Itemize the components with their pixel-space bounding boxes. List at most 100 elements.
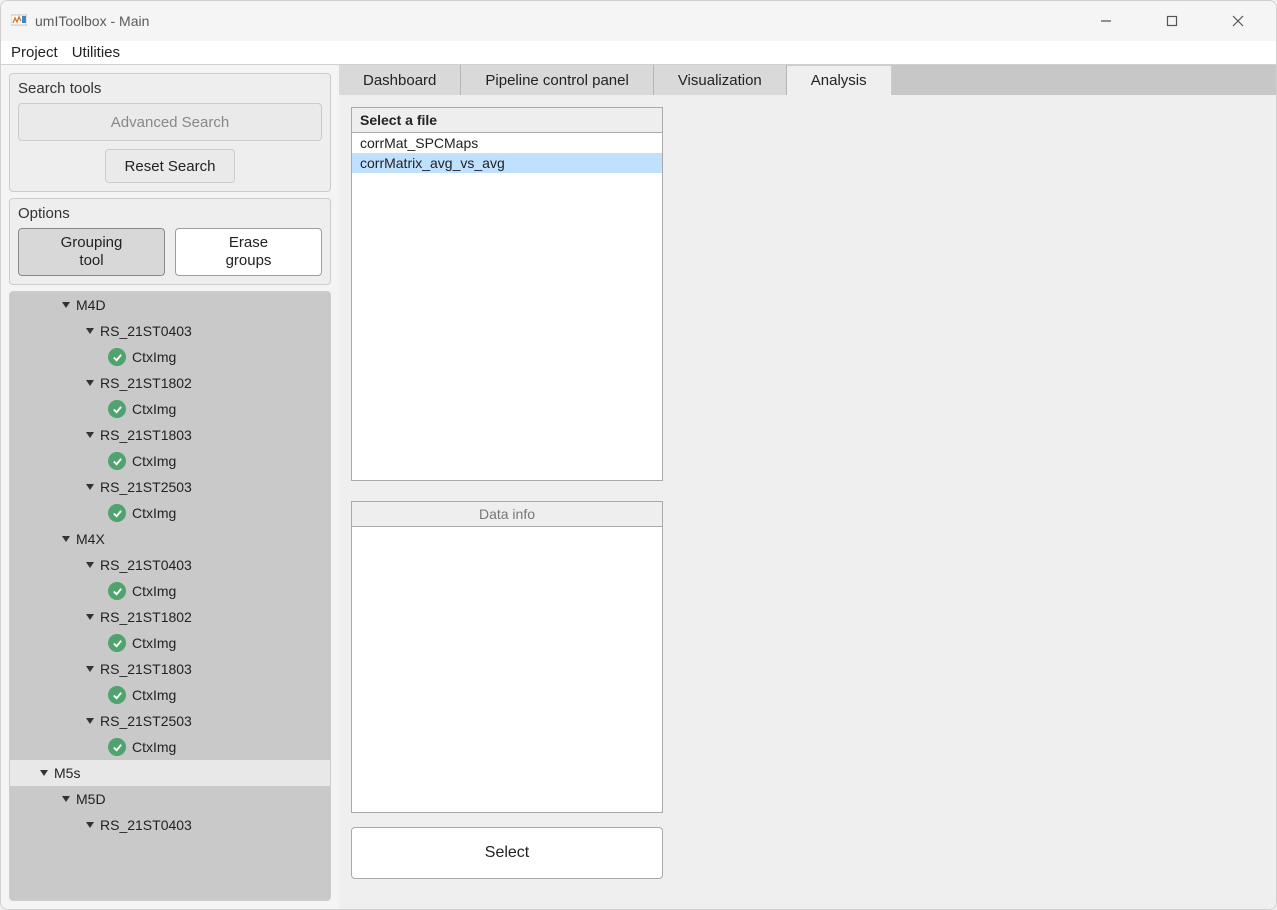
tree-leaf[interactable]: CtxImg	[10, 578, 330, 604]
tab-dashboard[interactable]: Dashboard	[339, 65, 461, 95]
grouping-tool-button[interactable]: Grouping tool	[18, 228, 165, 276]
menubar: Project Utilities	[1, 41, 1276, 65]
window-controls	[1086, 6, 1268, 36]
menu-project[interactable]: Project	[11, 44, 58, 61]
tab-visualization[interactable]: Visualization	[654, 65, 787, 95]
chevron-down-icon	[84, 481, 96, 493]
check-circle-icon	[108, 634, 126, 652]
menu-utilities[interactable]: Utilities	[72, 44, 120, 61]
tree-node[interactable]: RS_21ST1802	[10, 604, 330, 630]
tree-node[interactable]: M4X	[10, 526, 330, 552]
tree-leaf[interactable]: CtxImg	[10, 500, 330, 526]
check-circle-icon	[108, 686, 126, 704]
options-title: Options	[18, 205, 322, 222]
tree-label: CtxImg	[132, 401, 176, 417]
window-title: umIToolbox - Main	[35, 13, 1086, 29]
file-item[interactable]: corrMat_SPCMaps	[352, 133, 662, 153]
check-circle-icon	[108, 582, 126, 600]
tree-label: CtxImg	[132, 505, 176, 521]
tree-leaf[interactable]: CtxImg	[10, 344, 330, 370]
app-window: umIToolbox - Main Project Utilities Sear…	[0, 0, 1277, 910]
tree-label: RS_21ST2503	[100, 713, 192, 729]
chevron-down-icon	[84, 559, 96, 571]
search-tools-title: Search tools	[18, 80, 322, 97]
tree-label: CtxImg	[132, 583, 176, 599]
tree-label: RS_21ST1802	[100, 609, 192, 625]
check-circle-icon	[108, 400, 126, 418]
chevron-down-icon	[84, 611, 96, 623]
file-list-body: corrMat_SPCMapscorrMatrix_avg_vs_avg	[352, 133, 662, 480]
tree-leaf[interactable]: CtxImg	[10, 396, 330, 422]
check-circle-icon	[108, 452, 126, 470]
tree-container: M4D RS_21ST0403 CtxImg RS_21ST1802 CtxImg RS_…	[9, 291, 331, 901]
check-circle-icon	[108, 738, 126, 756]
check-circle-icon	[108, 348, 126, 366]
chevron-down-icon	[60, 299, 72, 311]
tree-node[interactable]: RS_21ST0403	[10, 318, 330, 344]
tree-node[interactable]: RS_21ST1803	[10, 422, 330, 448]
search-tools-group: Search tools Advanced Search Reset Searc…	[9, 73, 331, 192]
chevron-down-icon	[84, 429, 96, 441]
tree-label: M4X	[76, 531, 105, 547]
chevron-down-icon	[84, 377, 96, 389]
tree-node[interactable]: RS_21ST0403	[10, 812, 330, 838]
select-button[interactable]: Select	[351, 827, 663, 879]
right-panel: DashboardPipeline control panelVisualiza…	[339, 65, 1276, 909]
analysis-content: Select a file corrMat_SPCMapscorrMatrix_…	[339, 95, 1276, 909]
titlebar: umIToolbox - Main	[1, 1, 1276, 41]
file-column: Select a file corrMat_SPCMapscorrMatrix_…	[351, 107, 663, 897]
main-area: Search tools Advanced Search Reset Searc…	[1, 65, 1276, 909]
tree-leaf[interactable]: CtxImg	[10, 734, 330, 760]
tab-pipeline-control-panel[interactable]: Pipeline control panel	[461, 65, 653, 95]
tree-label: CtxImg	[132, 635, 176, 651]
tree-node[interactable]: M5D	[10, 786, 330, 812]
close-button[interactable]	[1218, 6, 1258, 36]
file-list-panel: Select a file corrMat_SPCMapscorrMatrix_…	[351, 107, 663, 481]
tree-label: RS_21ST0403	[100, 323, 192, 339]
tree-label: RS_21ST1803	[100, 427, 192, 443]
tree-label: CtxImg	[132, 687, 176, 703]
tree-label: M5s	[54, 765, 80, 781]
data-info-panel: Data info	[351, 501, 663, 813]
tree-node[interactable]: RS_21ST1803	[10, 656, 330, 682]
chevron-down-icon	[84, 325, 96, 337]
tree-label: RS_21ST1803	[100, 661, 192, 677]
erase-groups-button[interactable]: Erase groups	[175, 228, 322, 276]
advanced-search-button[interactable]: Advanced Search	[18, 103, 322, 141]
tree-label: RS_21ST2503	[100, 479, 192, 495]
tree-label: CtxImg	[132, 453, 176, 469]
left-panel: Search tools Advanced Search Reset Searc…	[1, 65, 339, 909]
chevron-down-icon	[60, 533, 72, 545]
file-list-header: Select a file	[352, 108, 662, 133]
tree-node[interactable]: M5s	[10, 760, 330, 786]
chevron-down-icon	[84, 715, 96, 727]
reset-search-button[interactable]: Reset Search	[105, 149, 235, 183]
tree-scrollbar[interactable]: M4D RS_21ST0403 CtxImg RS_21ST1802 CtxImg RS_…	[10, 292, 330, 900]
file-item[interactable]: corrMatrix_avg_vs_avg	[352, 153, 662, 173]
tree-leaf[interactable]: CtxImg	[10, 682, 330, 708]
check-circle-icon	[108, 504, 126, 522]
maximize-button[interactable]	[1152, 6, 1192, 36]
tree-node[interactable]: RS_21ST1802	[10, 370, 330, 396]
chevron-down-icon	[84, 819, 96, 831]
tree-label: M5D	[76, 791, 106, 807]
tree-leaf[interactable]: CtxImg	[10, 448, 330, 474]
tree-node[interactable]: RS_21ST2503	[10, 708, 330, 734]
tree-label: RS_21ST0403	[100, 557, 192, 573]
tab-analysis[interactable]: Analysis	[787, 65, 892, 95]
tree-label: M4D	[76, 297, 106, 313]
app-icon	[11, 12, 35, 31]
data-info-header: Data info	[352, 502, 662, 527]
minimize-button[interactable]	[1086, 6, 1126, 36]
chevron-down-icon	[38, 767, 50, 779]
tree-node[interactable]: M4D	[10, 292, 330, 318]
data-info-body[interactable]	[352, 527, 662, 812]
tree-label: CtxImg	[132, 349, 176, 365]
tree-node[interactable]: RS_21ST2503	[10, 474, 330, 500]
tree-label: CtxImg	[132, 739, 176, 755]
options-group: Options Grouping tool Erase groups	[9, 198, 331, 285]
tree-label: RS_21ST1802	[100, 375, 192, 391]
tree-leaf[interactable]: CtxImg	[10, 630, 330, 656]
chevron-down-icon	[60, 793, 72, 805]
tree-node[interactable]: RS_21ST0403	[10, 552, 330, 578]
